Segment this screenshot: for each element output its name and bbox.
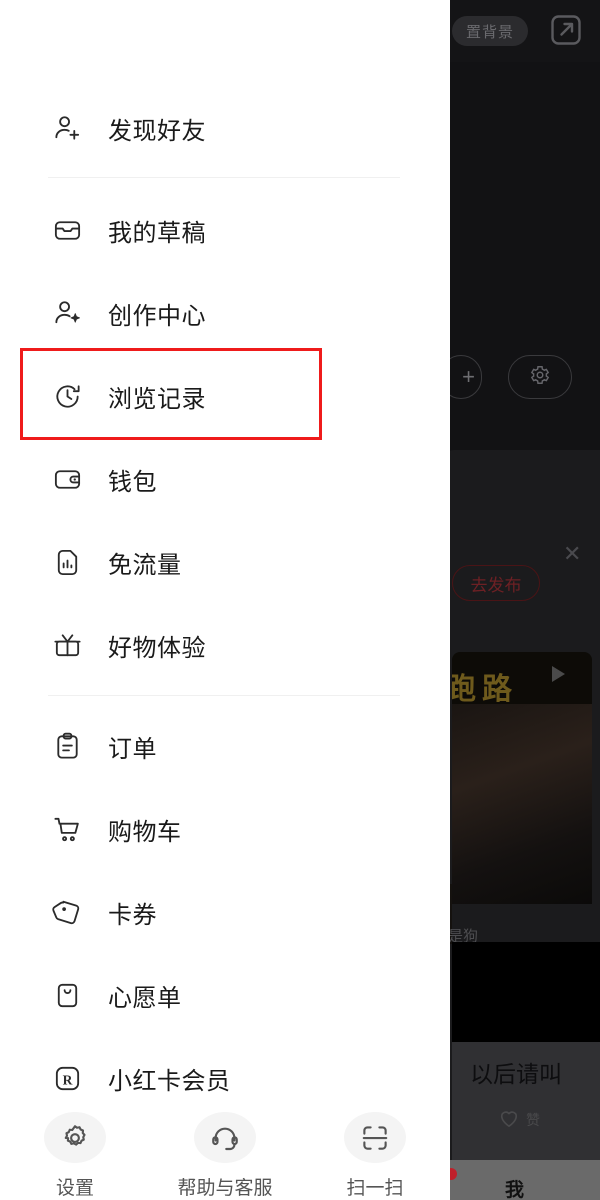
svg-text:R: R [62,1072,72,1087]
menu-item-label: 发现好友 [108,117,206,145]
menu-item-my-drafts[interactable]: 我的草稿 [0,198,450,262]
heart-icon [498,1108,520,1131]
person-sparkle-icon [50,296,84,330]
menu-item-red-card-member[interactable]: R 小红卡会员 [0,1046,450,1110]
action-settings[interactable]: 设置 [0,1112,150,1200]
drawer-action-row: 设置 帮助与客服 扫一扫 [0,1112,450,1200]
divider [48,177,400,178]
menu-item-label: 心愿单 [108,984,182,1012]
menu-item-label: 浏览记录 [108,385,206,413]
divider [48,695,400,696]
menu-item-wishlist[interactable]: 心愿单 [0,963,450,1027]
action-scan[interactable]: 扫一扫 [300,1112,450,1200]
wallet-icon [50,462,84,496]
menu-item-orders[interactable]: 订单 [0,714,450,778]
menu-item-label: 卡券 [108,901,157,929]
gear-icon [529,364,551,391]
post-text: 以后请叫 [470,1061,562,1087]
publish-label: 去发布 [470,575,522,595]
menu-item-label: 购物车 [108,818,182,846]
external-link-icon[interactable] [548,12,584,48]
menu-item-label: 小红卡会员 [108,1067,231,1095]
video-thumbnail[interactable]: 跑路 [452,652,592,704]
menu-item-discover-friends[interactable]: 发现好友 [0,96,450,160]
gear-icon [44,1112,106,1163]
background-action-row: + [440,355,600,401]
data-free-icon [50,545,84,579]
video-title: 跑路 [452,673,518,704]
close-icon[interactable]: ✕ [563,543,585,565]
gift-icon [50,628,84,662]
set-background-label: 置背景 [465,23,514,41]
menu-item-label: 钱包 [108,468,157,496]
draft-tray-icon [50,213,84,247]
photo-thumbnail[interactable] [452,704,592,904]
menu-item-creation-center[interactable]: 创作中心 [0,281,450,345]
menu-item-coupons[interactable]: 卡券 [0,880,450,944]
background-settings-button[interactable] [508,355,572,399]
action-help-support[interactable]: 帮助与客服 [150,1112,300,1200]
screen: 置背景 + 去发布 ✕ 跑路 是狗 以后请叫 赞 我 发现好友 我的草稿 创作中… [0,0,600,1200]
tab-me[interactable]: 我 [505,1175,524,1200]
scan-icon [344,1112,406,1163]
side-drawer: 发现好友 我的草稿 创作中心 浏览记录 钱包 免流量 好物体验 订单 购物车 卡… [0,0,450,1200]
headset-icon [194,1112,256,1163]
black-panel [452,942,600,1042]
menu-item-label: 订单 [108,735,157,763]
like-label: 赞 [526,1111,540,1128]
history-clock-icon [50,379,84,413]
coupon-tag-icon [50,895,84,929]
person-add-icon [50,111,84,145]
action-label: 扫一扫 [346,1178,404,1199]
action-label: 帮助与客服 [177,1178,273,1199]
menu-item-label: 我的草稿 [108,219,206,247]
set-background-button[interactable]: 置背景 [452,16,528,46]
menu-item-product-experience[interactable]: 好物体验 [0,613,450,677]
menu-item-shopping-cart[interactable]: 购物车 [0,797,450,861]
wishlist-bag-icon [50,978,84,1012]
menu-item-wallet[interactable]: 钱包 [0,447,450,511]
r-card-member-icon: R [50,1061,84,1095]
like-button[interactable]: 赞 [498,1108,540,1131]
menu-item-free-data[interactable]: 免流量 [0,530,450,594]
shopping-cart-icon [50,812,84,846]
action-label: 设置 [55,1178,94,1199]
tab-me-label: 我 [505,1180,525,1200]
menu-item-label: 好物体验 [108,634,206,662]
menu-item-browse-history[interactable]: 浏览记录 [0,364,450,428]
clipboard-order-icon [50,729,84,763]
menu-item-label: 免流量 [108,551,182,579]
play-icon [552,666,565,682]
publish-button[interactable]: 去发布 [452,565,540,601]
add-label: + [462,364,475,389]
menu-item-label: 创作中心 [108,302,206,330]
